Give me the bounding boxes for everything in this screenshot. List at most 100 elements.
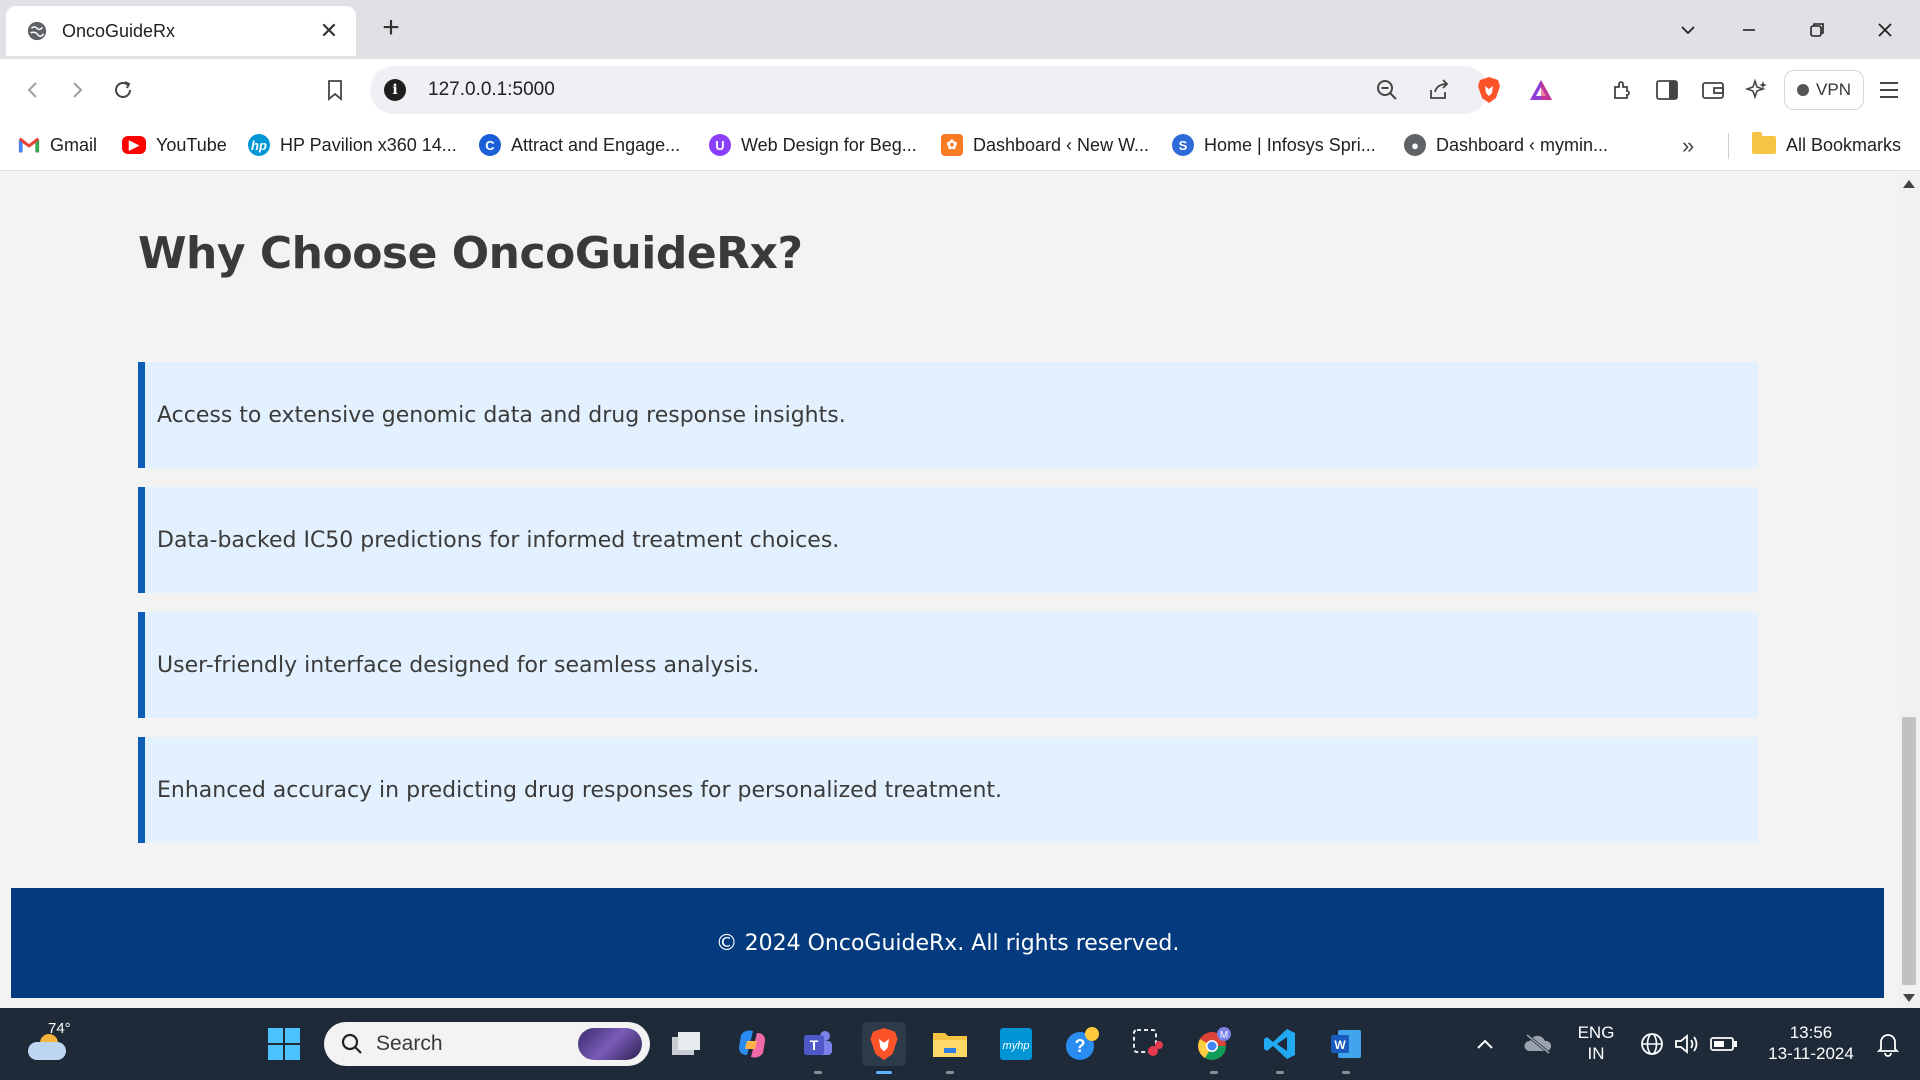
- taskbar-search[interactable]: Search: [324, 1022, 650, 1066]
- onedrive-button[interactable]: [1518, 1022, 1558, 1066]
- globe-icon: [27, 21, 47, 41]
- myhp-icon: myhp: [1000, 1028, 1032, 1060]
- tab-oncoguiderx[interactable]: OncoGuideRx ✕: [6, 6, 356, 56]
- notifications-button[interactable]: [1870, 1022, 1906, 1066]
- more-bookmarks-icon[interactable]: »: [1682, 133, 1694, 159]
- bookmark-web-design[interactable]: U Web Design for Beg...: [709, 130, 917, 160]
- start-button[interactable]: [262, 1022, 306, 1066]
- zoom-out-icon[interactable]: [1370, 73, 1404, 107]
- language-code: ENG: [1577, 1023, 1615, 1042]
- brave-shields-icon[interactable]: [1472, 73, 1506, 107]
- help-icon: ?: [1066, 1027, 1099, 1060]
- word-button[interactable]: W: [1324, 1022, 1368, 1074]
- wallet-icon[interactable]: [1696, 73, 1730, 107]
- extensions-icon[interactable]: [1606, 73, 1640, 107]
- page-scrollbar[interactable]: [1898, 172, 1920, 1008]
- battery-button[interactable]: [1706, 1022, 1742, 1066]
- chrome-icon: M: [1198, 1027, 1231, 1060]
- running-indicator: [814, 1071, 822, 1074]
- close-window-button[interactable]: [1865, 14, 1905, 46]
- task-view-icon: [672, 1032, 700, 1055]
- task-view-button[interactable]: [664, 1022, 708, 1066]
- xampp-icon: ✿: [941, 134, 963, 156]
- cloud-icon: [28, 1042, 66, 1060]
- scroll-down-arrow-icon[interactable]: [1903, 994, 1915, 1002]
- bookmarks-divider: [1728, 133, 1729, 159]
- bookmark-youtube[interactable]: ▶ YouTube: [122, 130, 227, 160]
- running-indicator: [1342, 1071, 1350, 1074]
- sidebar-icon[interactable]: [1650, 73, 1684, 107]
- svg-text:M: M: [1220, 1030, 1228, 1041]
- c-logo-icon: C: [479, 134, 501, 156]
- file-explorer-button[interactable]: [928, 1022, 972, 1074]
- region-code: IN: [1587, 1044, 1605, 1063]
- site-info-icon[interactable]: i: [384, 79, 406, 101]
- myhp-button[interactable]: myhp: [994, 1022, 1038, 1066]
- page-viewport: Why Choose OncoGuideRx? Access to extens…: [0, 172, 1898, 1008]
- copyright-text: © 2024 OncoGuideRx. All rights reserved.: [715, 930, 1180, 956]
- folder-icon: [1752, 132, 1776, 154]
- scrollbar-thumb[interactable]: [1902, 717, 1916, 985]
- all-bookmarks-button[interactable]: All Bookmarks: [1752, 130, 1901, 160]
- svg-text:?: ?: [1075, 1036, 1086, 1056]
- show-hidden-icons-button[interactable]: [1468, 1022, 1502, 1066]
- leo-ai-icon[interactable]: [1740, 73, 1774, 107]
- share-icon[interactable]: [1422, 73, 1456, 107]
- teams-icon: T: [804, 1031, 832, 1055]
- close-tab-icon[interactable]: ✕: [316, 20, 342, 42]
- url-text[interactable]: 127.0.0.1:5000: [428, 79, 1488, 101]
- active-indicator: [876, 1071, 892, 1074]
- bookmark-dashboard-mymin[interactable]: ● Dashboard ‹ mymin...: [1404, 130, 1608, 160]
- bookmark-dashboard-new[interactable]: ✿ Dashboard ‹ New W...: [941, 130, 1149, 160]
- vpn-label: VPN: [1816, 80, 1851, 99]
- svg-text:W: W: [1334, 1038, 1346, 1052]
- search-icon: [341, 1033, 362, 1054]
- feature-item: User-friendly interface designed for sea…: [138, 612, 1758, 718]
- brave-browser-button[interactable]: [862, 1022, 906, 1074]
- chevron-up-icon: [1477, 1039, 1493, 1049]
- bookmark-gmail[interactable]: Gmail: [18, 130, 97, 160]
- volume-button[interactable]: [1668, 1022, 1704, 1066]
- minimize-button[interactable]: [1729, 14, 1769, 46]
- forward-icon[interactable]: [60, 73, 94, 107]
- get-help-button[interactable]: ?: [1060, 1022, 1104, 1066]
- scroll-up-arrow-icon[interactable]: [1903, 180, 1915, 188]
- bookmarks-bar: Gmail ▶ YouTube hp HP Pavilion x360 14..…: [0, 121, 1920, 171]
- snipping-tool-icon: [1133, 1029, 1163, 1056]
- brave-rewards-icon[interactable]: [1524, 73, 1558, 107]
- page-footer: © 2024 OncoGuideRx. All rights reserved.: [11, 888, 1884, 998]
- vpn-button[interactable]: VPN: [1784, 70, 1864, 110]
- clock[interactable]: 13:56 13-11-2024: [1756, 1022, 1866, 1064]
- copilot-button[interactable]: [730, 1022, 774, 1066]
- teams-button[interactable]: T: [796, 1022, 840, 1074]
- back-icon[interactable]: [16, 73, 50, 107]
- network-button[interactable]: [1634, 1022, 1670, 1066]
- bookmark-hp-pavilion[interactable]: hp HP Pavilion x360 14...: [248, 130, 457, 160]
- windows-taskbar: 74° Search T myhp ? M W ENG IN 13:56 13-…: [0, 1008, 1920, 1080]
- running-indicator: [1276, 1071, 1284, 1074]
- bookmark-page-icon[interactable]: [318, 73, 352, 107]
- speaker-icon: [1675, 1034, 1698, 1054]
- snipping-tool-button[interactable]: [1126, 1022, 1170, 1066]
- browser-toolbar: i 127.0.0.1:5000 VPN: [0, 59, 1920, 121]
- address-bar[interactable]: i 127.0.0.1:5000: [370, 66, 1552, 114]
- new-tab-button[interactable]: +: [374, 12, 408, 46]
- chrome-button[interactable]: M: [1192, 1022, 1236, 1074]
- windows-logo-icon: [268, 1028, 300, 1060]
- bookmark-infosys[interactable]: S Home | Infosys Spri...: [1172, 130, 1376, 160]
- vscode-button[interactable]: [1258, 1022, 1302, 1074]
- bookmark-attract-engage[interactable]: C Attract and Engage...: [479, 130, 680, 160]
- battery-icon: [1710, 1037, 1737, 1051]
- weather-widget[interactable]: 74°: [26, 1020, 76, 1068]
- input-language-indicator[interactable]: ENG IN: [1576, 1022, 1616, 1064]
- clock-time: 13:56: [1789, 1023, 1833, 1042]
- svg-text:T: T: [810, 1037, 819, 1053]
- tab-search-chevron-icon[interactable]: [1668, 14, 1708, 46]
- restore-button[interactable]: [1797, 14, 1837, 46]
- menu-icon[interactable]: [1872, 73, 1906, 107]
- weather-temperature: 74°: [48, 1020, 71, 1037]
- search-label: Search: [376, 1032, 443, 1055]
- onedrive-offline-icon: [1524, 1033, 1552, 1055]
- section-title: Why Choose OncoGuideRx?: [138, 228, 803, 279]
- reload-icon[interactable]: [106, 73, 140, 107]
